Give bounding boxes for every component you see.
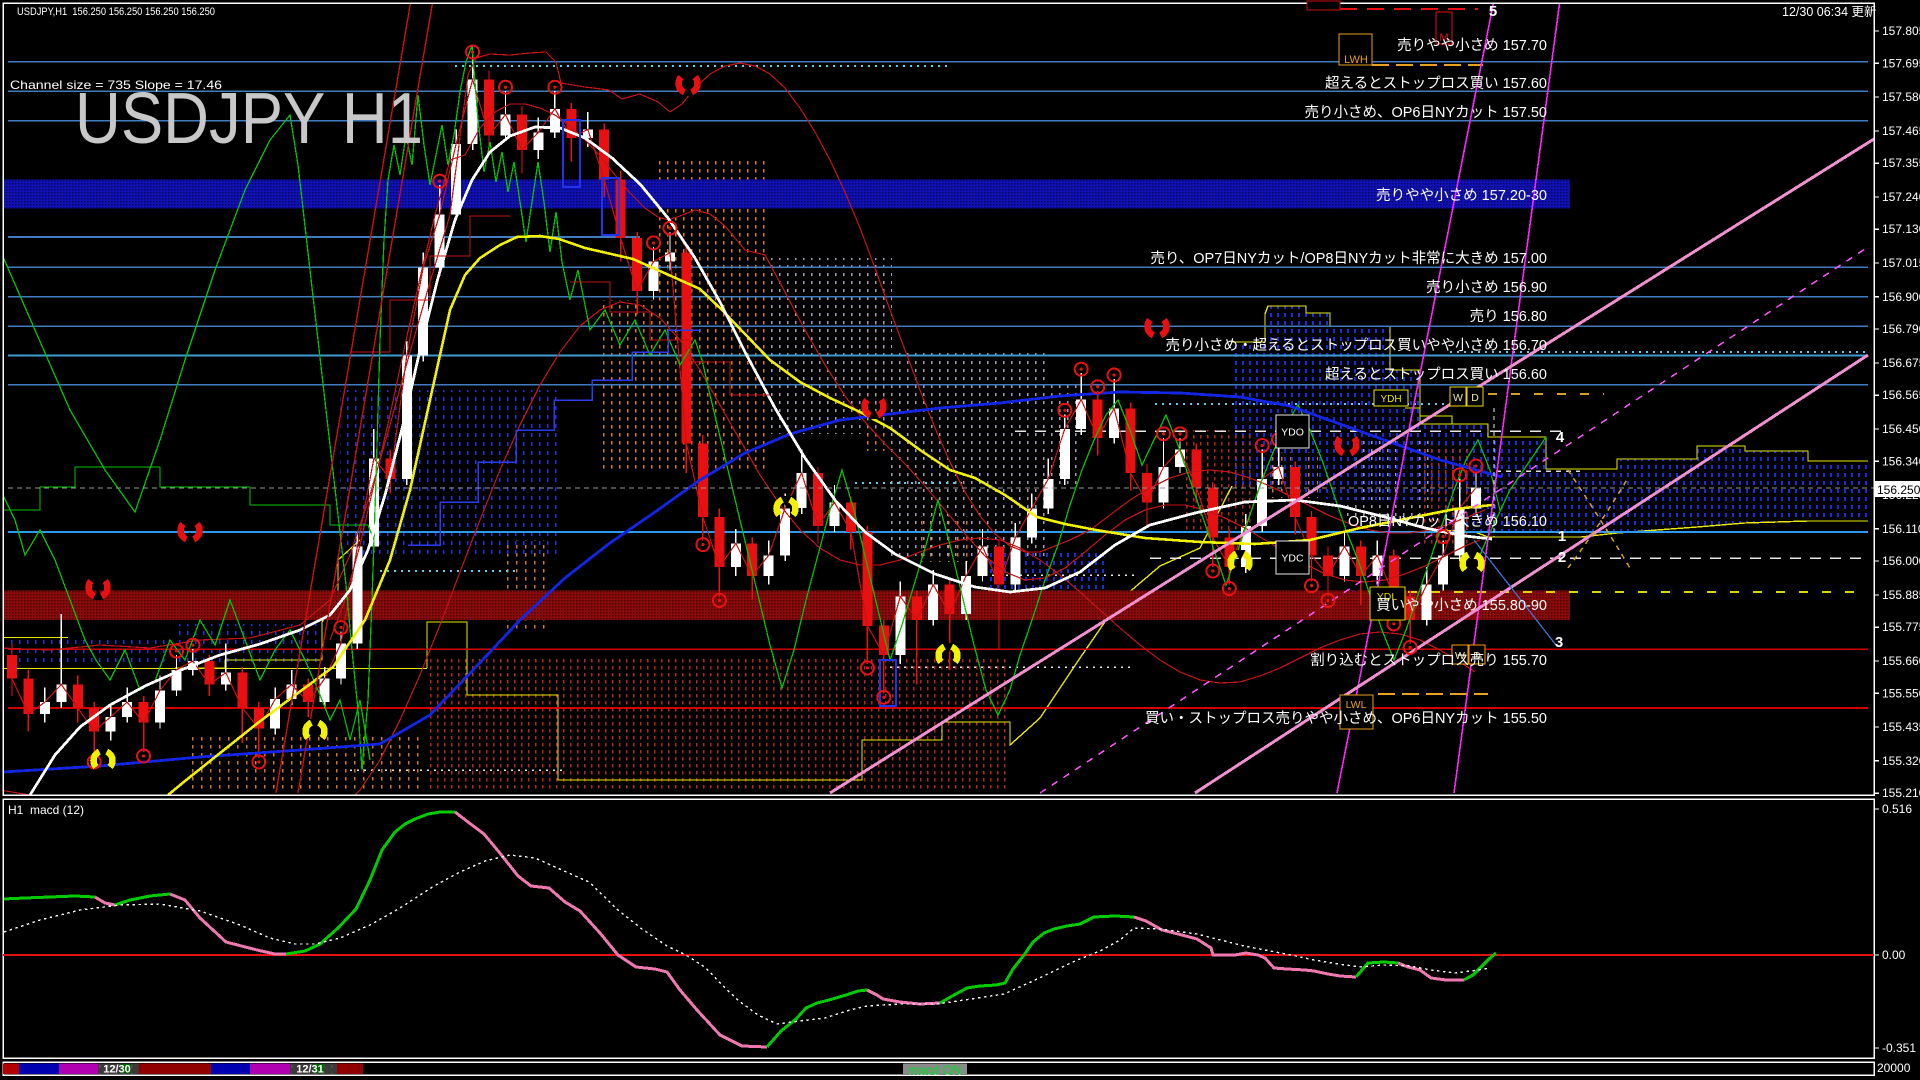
svg-text:157.355: 157.355 xyxy=(1882,156,1920,170)
svg-text:156.900: 156.900 xyxy=(1882,290,1920,304)
svg-text:1: 1 xyxy=(1558,528,1566,545)
svg-text:157.015: 157.015 xyxy=(1882,256,1920,270)
svg-text:155.775: 155.775 xyxy=(1882,620,1920,634)
svg-text:0.516: 0.516 xyxy=(1882,802,1912,816)
svg-text:156.110: 156.110 xyxy=(1882,522,1920,536)
svg-text:macd ON: macd ON xyxy=(909,1064,962,1078)
svg-text:超えるとストップロス買い 156.60: 超えるとストップロス買い 156.60 xyxy=(1325,366,1547,383)
svg-text:LWL: LWL xyxy=(1346,699,1367,711)
svg-text:売り小さめ・超えるとストップロス買いやや小さめ 156.70: 売り小さめ・超えるとストップロス買いやや小さめ 156.70 xyxy=(1166,337,1547,354)
svg-text:157.240: 157.240 xyxy=(1882,190,1920,204)
svg-text:売り小さめ、OP6日NYカット 157.50: 売り小さめ、OP6日NYカット 157.50 xyxy=(1304,104,1547,121)
svg-text:157.695: 157.695 xyxy=(1882,56,1920,70)
svg-text:-0.351: -0.351 xyxy=(1882,1041,1916,1055)
svg-text:売りやや小さめ 157.70: 売りやや小さめ 157.70 xyxy=(1397,37,1547,54)
svg-text:売り 156.80: 売り 156.80 xyxy=(1470,308,1547,325)
svg-text:156.790: 156.790 xyxy=(1882,322,1920,336)
svg-text:156.450: 156.450 xyxy=(1882,422,1920,436)
svg-text:超えるとストップロス買い 157.60: 超えるとストップロス買い 157.60 xyxy=(1325,75,1547,92)
svg-text:155.320: 155.320 xyxy=(1882,754,1920,768)
svg-text:2: 2 xyxy=(1558,549,1566,566)
svg-text:12/31: 12/31 xyxy=(296,1064,324,1076)
svg-text:0.00: 0.00 xyxy=(1882,948,1906,962)
svg-text:156.000: 156.000 xyxy=(1882,554,1920,568)
svg-text:155.210: 155.210 xyxy=(1882,786,1920,800)
svg-text:157.465: 157.465 xyxy=(1882,124,1920,138)
svg-text:157.805: 157.805 xyxy=(1882,24,1920,38)
svg-text:156.675: 156.675 xyxy=(1882,356,1920,370)
svg-text:LWH: LWH xyxy=(1344,54,1368,66)
svg-text:買いやや小さめ 155.80-90: 買いやや小さめ 155.80-90 xyxy=(1376,597,1547,614)
svg-text:売りやや小さめ 157.20-30: 売りやや小さめ 157.20-30 xyxy=(1376,187,1547,204)
svg-text:3: 3 xyxy=(1555,634,1563,651)
svg-text:YDC: YDC xyxy=(1281,553,1304,565)
svg-text:4: 4 xyxy=(1556,429,1565,446)
svg-text:売り、OP7日NYカット/OP8日NYカット非常に大きめ 1: 売り、OP7日NYカット/OP8日NYカット非常に大きめ 157.00 xyxy=(1150,250,1547,267)
svg-text:20000: 20000 xyxy=(1877,1061,1911,1075)
svg-text:USDJPY,H1 156.250 156.250 156: USDJPY,H1 156.250 156.250 156.250 156.25… xyxy=(17,6,215,18)
svg-text:USDJPY H1: USDJPY H1 xyxy=(75,79,423,159)
svg-text:H1 macd (12): H1 macd (12) xyxy=(8,803,84,817)
svg-text:YDO: YDO xyxy=(1281,427,1304,439)
svg-text:155.885: 155.885 xyxy=(1882,588,1920,602)
svg-text:156.565: 156.565 xyxy=(1882,388,1920,402)
svg-text:D: D xyxy=(1471,392,1479,404)
svg-text:12/30: 12/30 xyxy=(103,1064,131,1076)
svg-text:売り小さめ 156.90: 売り小さめ 156.90 xyxy=(1426,279,1547,296)
svg-text:156.250: 156.250 xyxy=(1877,483,1920,497)
svg-text:157.580: 157.580 xyxy=(1882,90,1920,104)
svg-text:156.340: 156.340 xyxy=(1882,454,1920,468)
svg-text:157.130: 157.130 xyxy=(1882,222,1920,236)
svg-text:割り込むとストップロス売り 155.70: 割り込むとストップロス売り 155.70 xyxy=(1310,652,1547,669)
svg-text:155.660: 155.660 xyxy=(1882,654,1920,668)
svg-text:155.435: 155.435 xyxy=(1882,720,1920,734)
svg-text:12/30 06:34 更新: 12/30 06:34 更新 xyxy=(1782,4,1877,19)
svg-text:5: 5 xyxy=(1489,3,1497,20)
svg-text:OP8日NYカット大きめ 156.10: OP8日NYカット大きめ 156.10 xyxy=(1348,513,1547,530)
svg-text:155.550: 155.550 xyxy=(1882,686,1920,700)
svg-text:W: W xyxy=(1453,392,1463,404)
svg-text:買い・ストップロス売りやや小さめ、OP6日NYカット 155: 買い・ストップロス売りやや小さめ、OP6日NYカット 155.50 xyxy=(1145,710,1547,727)
svg-text:YDH: YDH xyxy=(1380,394,1401,405)
